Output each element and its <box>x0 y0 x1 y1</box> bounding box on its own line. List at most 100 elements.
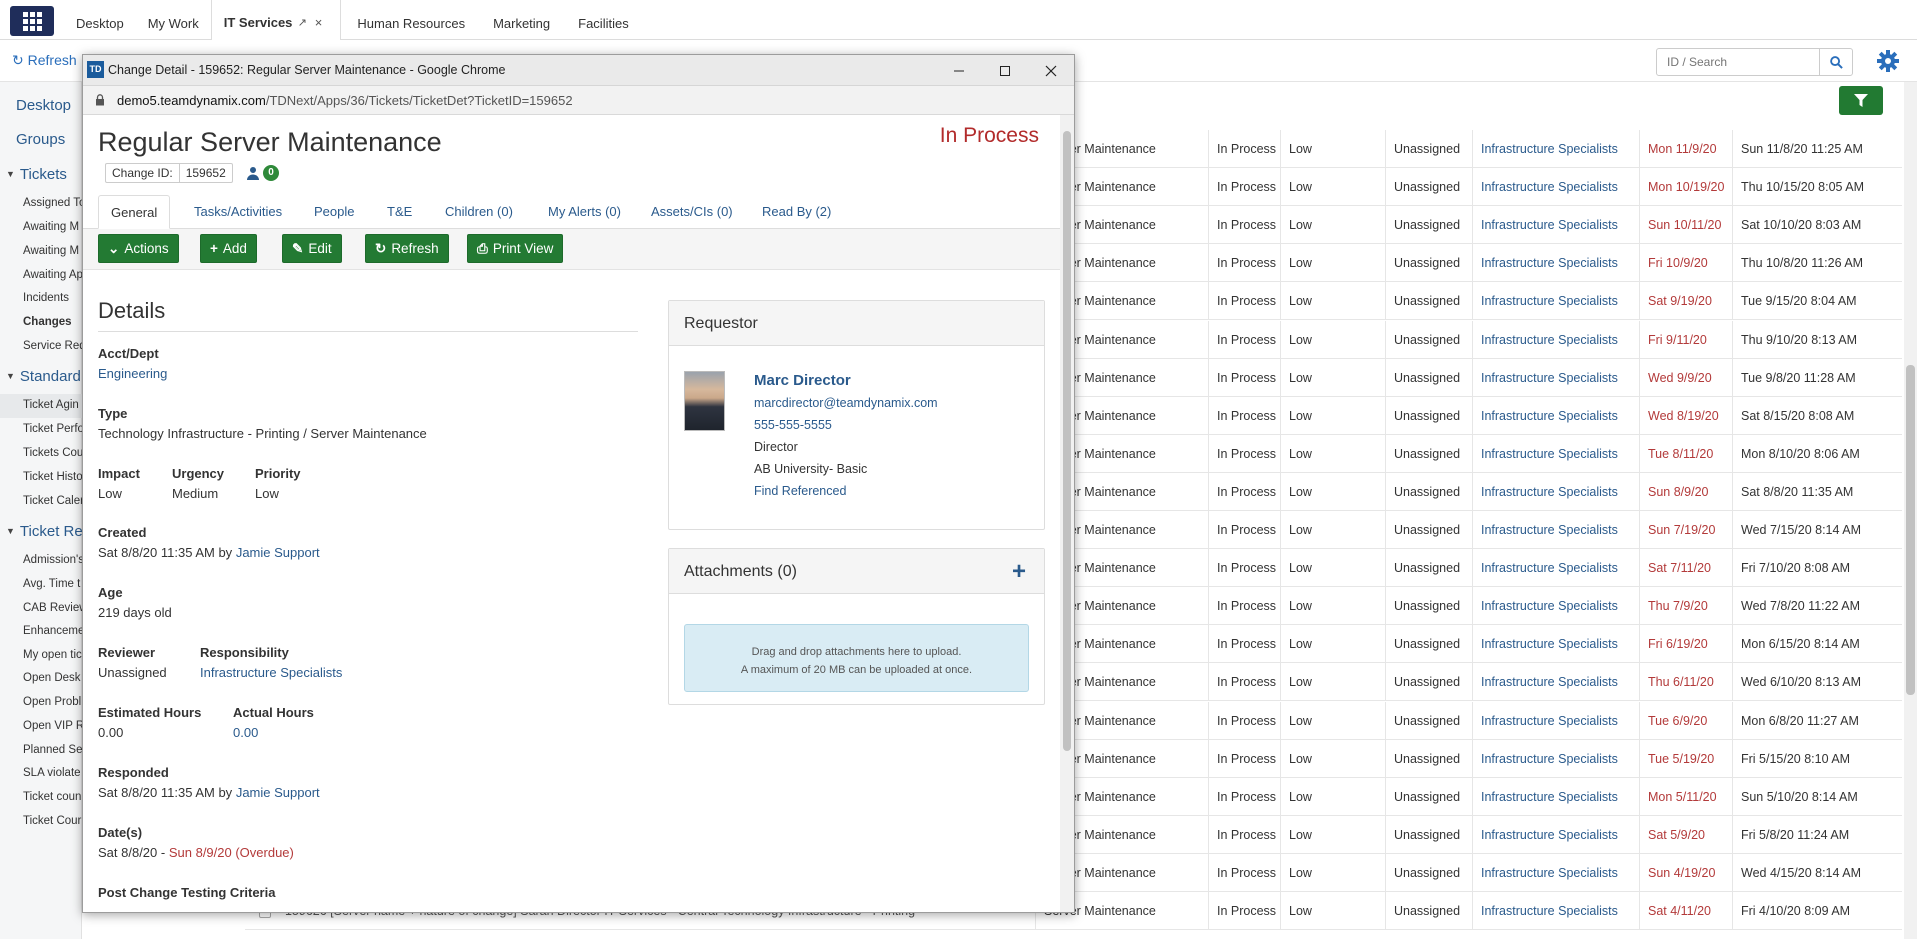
nav-item[interactable]: Tickets Cou <box>23 447 83 459</box>
cell-responsibility-link[interactable]: Infrastructure Specialists <box>1472 549 1642 588</box>
close-window-button[interactable] <box>1028 55 1074 86</box>
nav-item[interactable]: Incidents <box>23 292 69 304</box>
nav-item[interactable]: My open tic <box>23 649 82 661</box>
requestor-phone[interactable]: 555-555-5555 <box>754 418 832 432</box>
urgency-value: Medium <box>172 486 219 501</box>
actions-button[interactable]: ⌄ Actions <box>98 234 179 263</box>
requestor-email[interactable]: marcdirector@teamdynamix.com <box>754 396 938 410</box>
nav-item[interactable]: SLA violate <box>23 767 81 779</box>
requestor-name-link[interactable]: Marc Director <box>754 372 851 389</box>
nav-item[interactable]: Awaiting M <box>23 221 79 233</box>
nav-item[interactable]: Open Desk <box>23 672 81 684</box>
cell-responsibility-link[interactable]: Infrastructure Specialists <box>1472 739 1642 778</box>
people-icon[interactable] <box>246 166 260 180</box>
tab-human-resources[interactable]: Human Resources <box>341 0 481 40</box>
tab-assets-cis[interactable]: Assets/CIs (0) <box>639 195 745 229</box>
app-grid-icon[interactable] <box>10 6 54 36</box>
nav-groups[interactable]: Groups <box>16 131 65 148</box>
search-input[interactable] <box>1656 48 1820 76</box>
tab-my-work[interactable]: My Work <box>136 0 211 40</box>
nav-item[interactable]: Admission's <box>23 554 84 566</box>
cell-responsibility-link[interactable]: Infrastructure Specialists <box>1472 777 1642 816</box>
nav-item[interactable]: Awaiting M <box>23 245 79 257</box>
people-count-badge[interactable]: 0 <box>263 165 279 181</box>
tab-general[interactable]: General <box>98 195 171 229</box>
cell-responsibility-link[interactable]: Infrastructure Specialists <box>1472 701 1642 740</box>
edit-button[interactable]: ✎ Edit <box>282 234 342 263</box>
cell-date-due: Mon 10/19/20 <box>1639 168 1739 207</box>
cell-responsibility-link[interactable]: Infrastructure Specialists <box>1472 815 1642 854</box>
requestor-name[interactable]: Marc Director <box>754 372 851 389</box>
nav-item[interactable]: Ticket Histo <box>23 471 83 483</box>
minimize-button[interactable] <box>936 55 982 86</box>
tab-read-by[interactable]: Read By (2) <box>750 195 843 229</box>
nav-item[interactable]: Ticket Cour <box>23 815 81 827</box>
tab-children[interactable]: Children (0) <box>433 195 525 229</box>
tab-tasks-activities[interactable]: Tasks/Activities <box>182 195 294 229</box>
cell-responsibility-link[interactable]: Infrastructure Specialists <box>1472 472 1642 511</box>
add-button[interactable]: + Add <box>200 234 257 263</box>
maximize-button[interactable] <box>982 55 1028 86</box>
cell-responsibility-link[interactable]: Infrastructure Specialists <box>1472 892 1642 930</box>
responsibility-link[interactable]: Infrastructure Specialists <box>200 665 342 680</box>
change-id-label: Change ID: <box>112 166 173 180</box>
nav-item[interactable]: Avg. Time t <box>23 578 80 590</box>
tab-people[interactable]: People <box>302 195 366 229</box>
tab-it-services[interactable]: IT Services ↗ × <box>210 0 342 40</box>
acct-dept-link[interactable]: Engineering <box>98 366 167 381</box>
cell-priority: Low <box>1280 701 1365 740</box>
cell-responsibility-link[interactable]: Infrastructure Specialists <box>1472 282 1642 321</box>
cell-responsibility-link[interactable]: Infrastructure Specialists <box>1472 853 1642 892</box>
nav-section-tickets[interactable]: ▼ Tickets <box>6 166 67 183</box>
cell-responsibility-link[interactable]: Infrastructure Specialists <box>1472 206 1642 245</box>
nav-item[interactable]: Open VIP R <box>23 720 84 732</box>
refresh-button[interactable]: ↻ Refresh <box>365 234 449 263</box>
cell-responsibility-link[interactable]: Infrastructure Specialists <box>1472 244 1642 283</box>
nav-item[interactable]: Ticket Perfo <box>23 423 84 435</box>
cell-responsibility-link[interactable]: Infrastructure Specialists <box>1472 320 1642 359</box>
nav-item-changes[interactable]: Changes <box>23 316 72 328</box>
responded-date: Sat 8/8/20 11:35 AM by <box>98 785 233 800</box>
tab-desktop[interactable]: Desktop <box>64 0 136 40</box>
find-referenced-link[interactable]: Find Referenced <box>754 484 846 498</box>
cell-responsibility-link[interactable]: Infrastructure Specialists <box>1472 168 1642 207</box>
nav-item[interactable]: CAB Review <box>23 602 88 614</box>
cell-responsibility-link[interactable]: Infrastructure Specialists <box>1472 358 1642 397</box>
nav-item[interactable]: Ticket Agin <box>23 399 79 411</box>
add-attachment-icon[interactable]: + <box>1012 549 1026 594</box>
nav-item[interactable]: Open Probl <box>23 696 81 708</box>
cell-responsibility-link[interactable]: Infrastructure Specialists <box>1472 587 1642 626</box>
nav-item[interactable]: Ticket Caler <box>23 495 84 507</box>
actual-hours-link[interactable]: 0.00 <box>233 725 258 740</box>
tab-facilities[interactable]: Facilities <box>566 0 641 40</box>
nav-item[interactable]: Service Req <box>23 340 86 352</box>
nav-section-ticket-reports[interactable]: ▼ Ticket Rep <box>6 523 91 540</box>
responded-by-link[interactable]: Jamie Support <box>236 785 320 800</box>
tab-marketing[interactable]: Marketing <box>481 0 566 40</box>
cell-responsibility-link[interactable]: Infrastructure Specialists <box>1472 663 1642 702</box>
cell-responsibility-link[interactable]: Infrastructure Specialists <box>1472 434 1642 473</box>
scrollbar-thumb[interactable] <box>1906 365 1915 695</box>
search-button[interactable] <box>1819 48 1853 76</box>
attachment-drop-zone[interactable]: Drag and drop attachments here to upload… <box>684 624 1029 692</box>
filter-button[interactable] <box>1839 86 1883 115</box>
nav-item[interactable]: Planned Se <box>23 744 82 756</box>
tab-time-expense[interactable]: T&E <box>375 195 424 229</box>
gear-icon[interactable] <box>1876 49 1900 73</box>
nav-item[interactable]: Awaiting Ap <box>23 269 83 281</box>
window-title-bar[interactable]: TD Change Detail - 159652: Regular Serve… <box>83 55 1074 86</box>
nav-desktop[interactable]: Desktop <box>16 97 71 114</box>
cell-responsibility-link[interactable]: Infrastructure Specialists <box>1472 511 1642 549</box>
cell-responsibility-link[interactable]: Infrastructure Specialists <box>1472 625 1642 664</box>
nav-item[interactable]: Ticket coun <box>23 791 81 803</box>
print-view-button[interactable]: ⎙ Print View <box>467 234 564 263</box>
popup-scrollbar-thumb[interactable] <box>1063 131 1071 751</box>
created-by-link[interactable]: Jamie Support <box>236 545 320 560</box>
tab-my-alerts[interactable]: My Alerts (0) <box>536 195 633 229</box>
address-bar[interactable]: demo5.teamdynamix.com/TDNext/Apps/36/Tic… <box>83 86 1074 115</box>
nav-item[interactable]: Assigned To <box>23 197 85 209</box>
refresh-button[interactable]: ↻ Refresh <box>12 52 77 69</box>
cell-responsibility-link[interactable]: Infrastructure Specialists <box>1472 396 1642 435</box>
cell-responsibility-link[interactable]: Infrastructure Specialists <box>1472 130 1642 168</box>
nav-item[interactable]: Enhanceme <box>23 625 84 637</box>
